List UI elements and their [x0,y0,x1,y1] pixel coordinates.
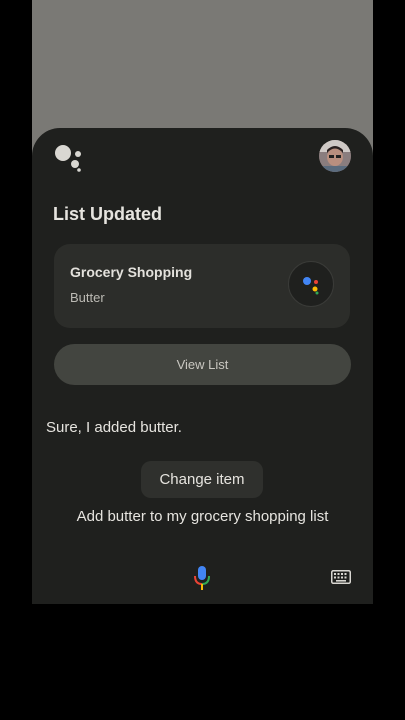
result-title: List Updated [53,204,163,224]
assistant-dots-icon [303,277,319,295]
list-card[interactable]: Grocery Shopping Butter [54,244,350,328]
list-card-title: Grocery Shopping [70,264,193,280]
assistant-sheet: List Updated Grocery Shopping Butter Vie… [32,128,373,604]
view-list-button[interactable]: View List [54,344,351,385]
change-item-chip[interactable]: Change item [141,461,263,498]
assistant-badge [288,261,334,307]
avatar-image [319,140,351,172]
list-card-item: Butter [70,290,105,305]
assistant-logo-icon [55,145,81,172]
user-query: Add butter to my grocery shopping list [76,508,329,525]
keyboard-icon[interactable] [331,570,351,584]
phone-screen: List Updated Grocery Shopping Butter Vie… [32,0,373,604]
avatar[interactable] [319,140,351,172]
mic-icon[interactable] [193,565,211,591]
assistant-reply: Sure, I added butter. [46,419,182,436]
